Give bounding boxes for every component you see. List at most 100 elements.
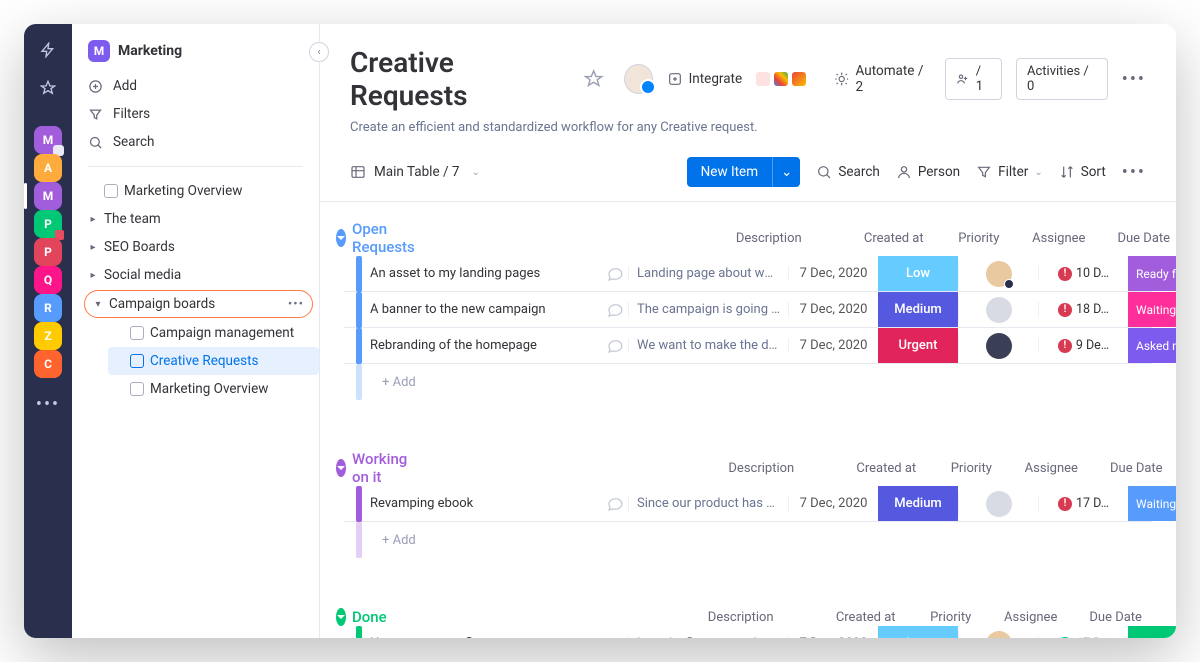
activities-button[interactable]: Activities / 0 xyxy=(1016,58,1108,100)
cell-status[interactable]: Done xyxy=(1128,626,1176,638)
col-priority[interactable]: Priority xyxy=(939,231,1019,246)
sidebar-item-campaign-management[interactable]: Campaign management xyxy=(108,319,319,347)
cell-assignee[interactable] xyxy=(958,333,1038,359)
rail-more-icon[interactable]: ••• xyxy=(36,394,60,415)
cell-assignee[interactable] xyxy=(958,261,1038,287)
cell-status[interactable]: Waiting for xyxy=(1128,292,1176,327)
board-owner-avatar[interactable] xyxy=(624,64,653,94)
workspace-switch-p[interactable]: P xyxy=(34,210,62,238)
table-row[interactable]: A banner to the new campaignThe campaign… xyxy=(344,292,1152,328)
col-description[interactable]: Description xyxy=(661,610,821,625)
bolt-icon[interactable] xyxy=(34,36,62,64)
toolbar-more-icon[interactable]: ••• xyxy=(1122,162,1146,183)
sidebar-item-the-team[interactable]: ▸The team xyxy=(78,205,319,233)
header-more-icon[interactable]: ••• xyxy=(1122,69,1146,90)
group-toggle-icon[interactable] xyxy=(336,608,346,626)
sidebar-item-campaign-boards[interactable]: ▾Campaign boards••• xyxy=(84,290,313,318)
sidebar-search-button[interactable]: Search xyxy=(88,128,303,156)
cell-status[interactable]: Ready for d xyxy=(1128,256,1176,291)
toolbar-sort-button[interactable]: Sort xyxy=(1059,164,1106,180)
cell-description[interactable]: Since our product has changed d… xyxy=(628,496,788,511)
cell-assignee[interactable] xyxy=(958,297,1038,323)
cell-assignee[interactable] xyxy=(958,491,1038,517)
sidebar-item-marketing-overview[interactable]: Marketing Overview xyxy=(78,177,319,205)
col-status[interactable]: Status xyxy=(1161,610,1176,625)
cell-priority[interactable]: Low xyxy=(878,626,958,638)
col-due[interactable]: Due Date xyxy=(1091,461,1176,476)
sidebar-item-more-icon[interactable]: ••• xyxy=(288,297,304,312)
col-assignee[interactable]: Assignee xyxy=(1011,461,1091,476)
cell-priority[interactable]: Medium xyxy=(878,486,958,521)
col-due[interactable]: Due Date xyxy=(1099,231,1176,246)
workspace-switch-p[interactable]: P xyxy=(34,238,62,266)
cell-description[interactable]: We want to make the design of t… xyxy=(628,338,788,353)
col-assignee[interactable]: Assignee xyxy=(1019,231,1099,246)
toolbar-search-button[interactable]: Search xyxy=(816,164,879,180)
cell-description[interactable]: I need a flyer to send to our cust… xyxy=(628,636,788,638)
cell-due[interactable]: !18 D… xyxy=(1038,302,1128,317)
col-priority[interactable]: Priority xyxy=(931,461,1011,476)
favorite-star-icon[interactable] xyxy=(584,69,603,89)
integrate-button[interactable]: Integrate xyxy=(667,71,743,87)
col-description[interactable]: Description xyxy=(681,461,841,476)
workspace-switch-z[interactable]: Z xyxy=(34,322,62,350)
view-selector[interactable]: Main Table / 7⌄ xyxy=(350,164,480,180)
table-row[interactable]: An asset to my landing pagesLanding page… xyxy=(344,256,1152,292)
chat-icon[interactable] xyxy=(602,635,628,639)
group-title[interactable]: Working on it xyxy=(352,450,407,486)
sidebar-item-social-media[interactable]: ▸Social media xyxy=(78,261,319,289)
chat-icon[interactable] xyxy=(602,265,628,283)
cell-created[interactable]: 7 Dec, 2020 xyxy=(788,266,878,281)
cell-description[interactable]: Landing page about working fro… xyxy=(628,266,788,281)
cell-description[interactable]: The campaign is going to be aro… xyxy=(628,302,788,317)
table-row[interactable]: Revamping ebookSince our product has cha… xyxy=(344,486,1152,522)
cell-priority[interactable]: Urgent xyxy=(878,328,958,363)
workspace-switch-c[interactable]: C xyxy=(34,350,62,378)
sidebar-collapse-button[interactable]: ‹ xyxy=(309,42,329,62)
col-priority[interactable]: Priority xyxy=(911,610,991,625)
sidebar-item-marketing-overview[interactable]: Marketing Overview xyxy=(108,375,319,403)
workspace-switch-q[interactable]: Q xyxy=(34,266,62,294)
cell-due[interactable]: !17 D… xyxy=(1038,496,1128,511)
invite-button[interactable]: / 1 xyxy=(945,58,1002,100)
col-description[interactable]: Description xyxy=(689,231,849,246)
cell-due[interactable]: ✓17 D… xyxy=(1038,636,1128,638)
cell-status[interactable]: Asked rec xyxy=(1128,328,1176,363)
cell-priority[interactable]: Low xyxy=(878,256,958,291)
cell-created[interactable]: 7 Dec, 2020 xyxy=(788,302,878,317)
cell-assignee[interactable] xyxy=(958,631,1038,639)
chat-icon[interactable] xyxy=(602,301,628,319)
cell-priority[interactable]: Medium xyxy=(878,292,958,327)
cell-created[interactable]: 7 Dec, 2020 xyxy=(788,636,878,638)
cell-status[interactable]: Waiting for xyxy=(1128,486,1176,521)
toolbar-person-button[interactable]: Person xyxy=(896,164,960,180)
table-row[interactable]: Happy new year flyerI need a flyer to se… xyxy=(344,626,1152,638)
sidebar-filters-button[interactable]: Filters xyxy=(88,100,303,128)
table-row[interactable]: Rebranding of the homepageWe want to mak… xyxy=(344,328,1152,364)
add-item-button[interactable]: + Add xyxy=(344,364,1152,400)
cell-created[interactable]: 7 Dec, 2020 xyxy=(788,338,878,353)
add-item-button[interactable]: + Add xyxy=(344,522,1152,558)
col-created[interactable]: Created at xyxy=(849,231,939,246)
col-assignee[interactable]: Assignee xyxy=(991,610,1071,625)
group-toggle-icon[interactable] xyxy=(336,229,346,247)
chat-icon[interactable] xyxy=(602,495,628,513)
workspace-switch-r[interactable]: R xyxy=(34,294,62,322)
new-item-dropdown-icon[interactable]: ⌄ xyxy=(772,157,800,187)
toolbar-filter-button[interactable]: Filter⌄ xyxy=(976,164,1043,180)
col-created[interactable]: Created at xyxy=(821,610,911,625)
sidebar-item-creative-requests[interactable]: Creative Requests xyxy=(108,347,319,375)
workspace-switch-m[interactable]: M xyxy=(34,182,62,210)
chat-icon[interactable] xyxy=(602,337,628,355)
star-icon[interactable] xyxy=(34,74,62,102)
sidebar-item-seo-boards[interactable]: ▸SEO Boards xyxy=(78,233,319,261)
workspace-switch-m[interactable]: M xyxy=(34,126,62,154)
group-title[interactable]: Done xyxy=(352,608,387,626)
workspace-switch-a[interactable]: A xyxy=(34,154,62,182)
group-title[interactable]: Open Requests xyxy=(352,220,415,256)
group-toggle-icon[interactable] xyxy=(336,459,346,477)
cell-created[interactable]: 7 Dec, 2020 xyxy=(788,496,878,511)
col-created[interactable]: Created at xyxy=(841,461,931,476)
automate-button[interactable]: Automate / 2 xyxy=(834,63,931,95)
sidebar-add-button[interactable]: Add xyxy=(88,72,303,100)
